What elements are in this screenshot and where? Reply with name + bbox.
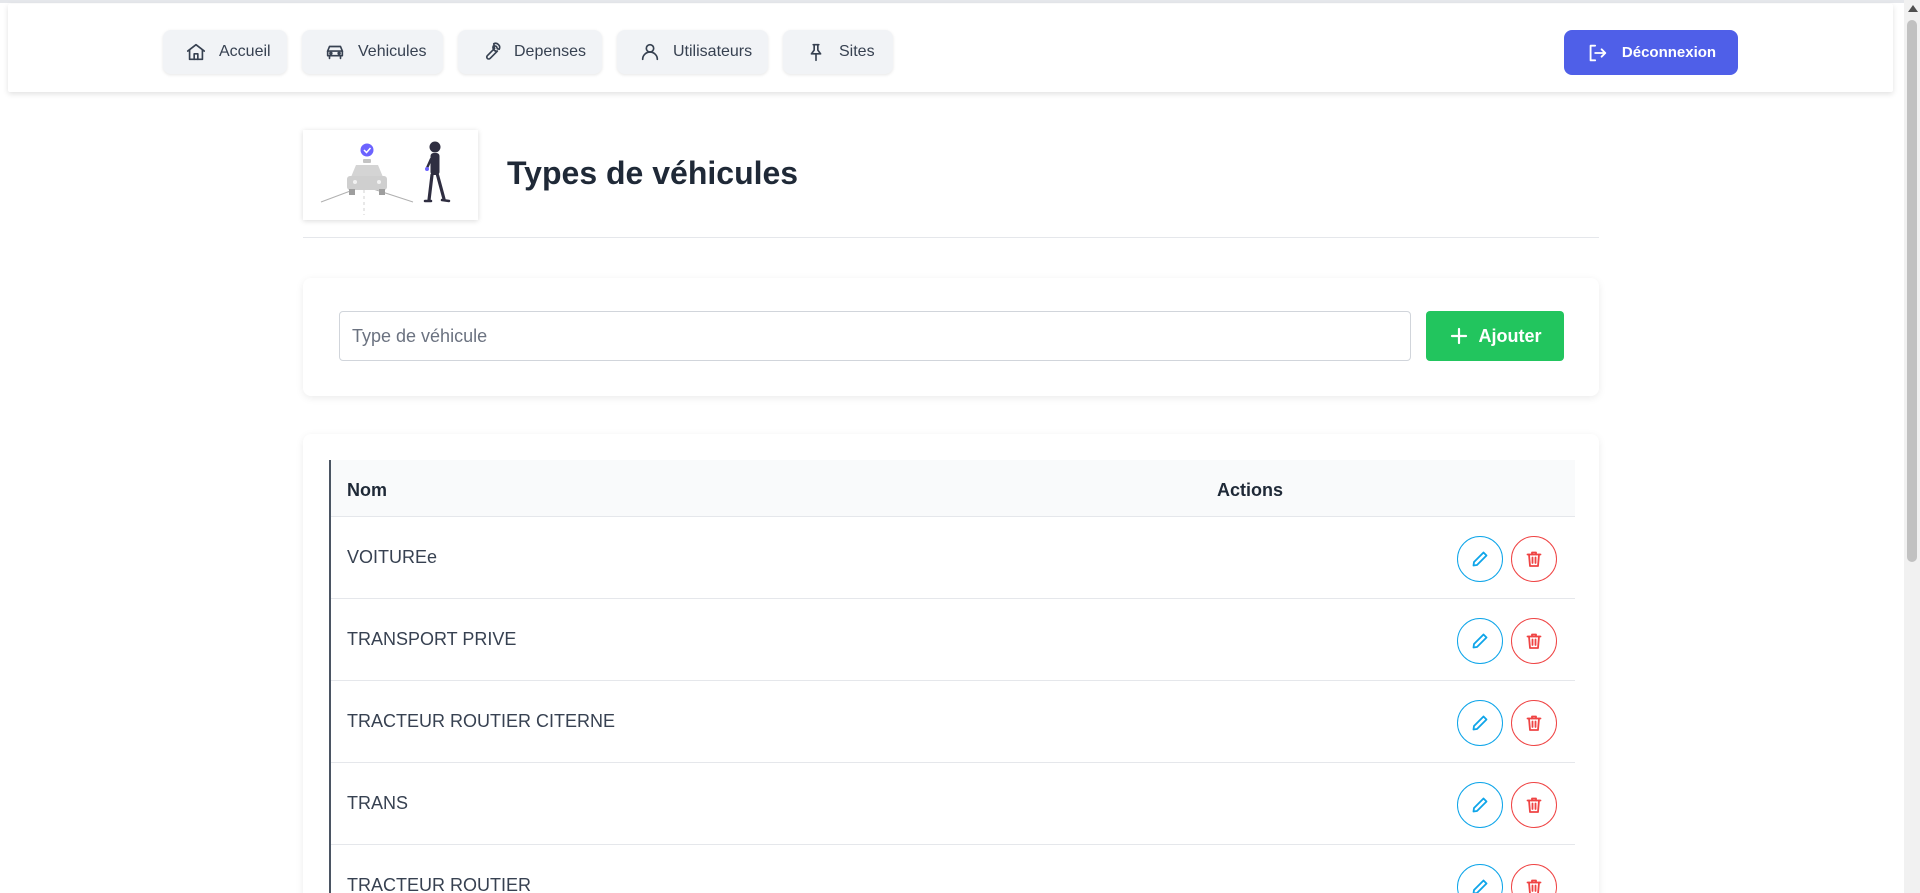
delete-button[interactable] bbox=[1511, 864, 1557, 893]
pencil-icon bbox=[1472, 633, 1488, 649]
add-label: Ajouter bbox=[1478, 325, 1542, 346]
delete-button[interactable] bbox=[1511, 618, 1557, 664]
nav-accueil[interactable]: Accueil bbox=[163, 30, 287, 74]
add-button[interactable]: Ajouter bbox=[1426, 311, 1564, 361]
row-name: TRACTEUR ROUTIER bbox=[347, 875, 531, 893]
page-scrollbar[interactable] bbox=[1904, 0, 1920, 893]
table-row: VOITUREe bbox=[331, 517, 1575, 599]
logout-label: Déconnexion bbox=[1621, 44, 1717, 61]
nav-depenses[interactable]: Depenses bbox=[458, 30, 602, 74]
nav-label: Sites bbox=[839, 43, 875, 60]
wrench-icon bbox=[486, 42, 501, 60]
delete-button[interactable] bbox=[1511, 536, 1557, 582]
nav-vehicules[interactable]: Vehicules bbox=[302, 30, 443, 74]
trash-icon bbox=[1526, 633, 1542, 649]
trash-icon bbox=[1526, 715, 1542, 731]
car-icon bbox=[326, 45, 344, 60]
edit-button[interactable] bbox=[1457, 700, 1503, 746]
row-name: TRANSPORT PRIVE bbox=[347, 629, 517, 649]
table-row: TRANS bbox=[331, 763, 1575, 845]
home-icon bbox=[186, 43, 206, 61]
table-header: Nom Actions bbox=[331, 460, 1575, 517]
plus-icon bbox=[1450, 327, 1467, 345]
pin-icon bbox=[810, 43, 822, 62]
trash-icon bbox=[1526, 879, 1542, 893]
row-name: TRACTEUR ROUTIER CITERNE bbox=[347, 711, 616, 731]
vehicle-types-table-card: Nom Actions VOITUREe TRANSPORT PRIVE TRA… bbox=[303, 434, 1599, 893]
scrollbar-thumb[interactable] bbox=[1907, 20, 1917, 562]
trash-icon bbox=[1526, 797, 1542, 813]
table-row: TRACTEUR ROUTIER bbox=[331, 845, 1575, 893]
edit-button[interactable] bbox=[1457, 782, 1503, 828]
header-divider bbox=[303, 237, 1599, 238]
nav-label: Vehicules bbox=[358, 43, 427, 60]
logout-icon bbox=[1589, 44, 1607, 61]
logout-button[interactable]: Déconnexion bbox=[1564, 30, 1738, 75]
row-name: TRANS bbox=[347, 793, 409, 813]
user-icon bbox=[641, 43, 659, 61]
nav-label: Depenses bbox=[514, 43, 587, 60]
vehicle-type-input[interactable] bbox=[339, 311, 1411, 361]
column-header-actions: Actions bbox=[1217, 480, 1284, 500]
column-header-name: Nom bbox=[347, 480, 387, 500]
edit-button[interactable] bbox=[1457, 618, 1503, 664]
edit-button[interactable] bbox=[1457, 536, 1503, 582]
nav-label: Accueil bbox=[219, 43, 271, 60]
delete-button[interactable] bbox=[1511, 700, 1557, 746]
top-border bbox=[0, 0, 1904, 3]
pencil-icon bbox=[1472, 551, 1488, 567]
vehicle-illustration bbox=[303, 130, 478, 220]
page-title: Types de véhicules bbox=[507, 155, 799, 191]
trash-icon bbox=[1526, 551, 1542, 567]
pencil-icon bbox=[1472, 715, 1488, 731]
pencil-icon bbox=[1472, 879, 1488, 893]
nav-utilisateurs[interactable]: Utilisateurs bbox=[617, 30, 768, 74]
vehicle-types-table: Nom Actions VOITUREe TRANSPORT PRIVE TRA… bbox=[329, 460, 1575, 893]
nav-sites[interactable]: Sites bbox=[783, 30, 893, 74]
table-row: TRANSPORT PRIVE bbox=[331, 599, 1575, 681]
delete-button[interactable] bbox=[1511, 782, 1557, 828]
row-name: VOITUREe bbox=[347, 547, 438, 567]
table-row: TRACTEUR ROUTIER CITERNE bbox=[331, 681, 1575, 763]
nav-label: Utilisateurs bbox=[673, 43, 753, 60]
edit-button[interactable] bbox=[1457, 864, 1503, 893]
pencil-icon bbox=[1472, 797, 1488, 813]
scroll-up-arrow-icon[interactable] bbox=[1908, 5, 1918, 12]
navbar: Accueil Vehicules Depenses Utilisateurs … bbox=[8, 4, 1893, 92]
add-type-form: Ajouter bbox=[303, 278, 1599, 396]
